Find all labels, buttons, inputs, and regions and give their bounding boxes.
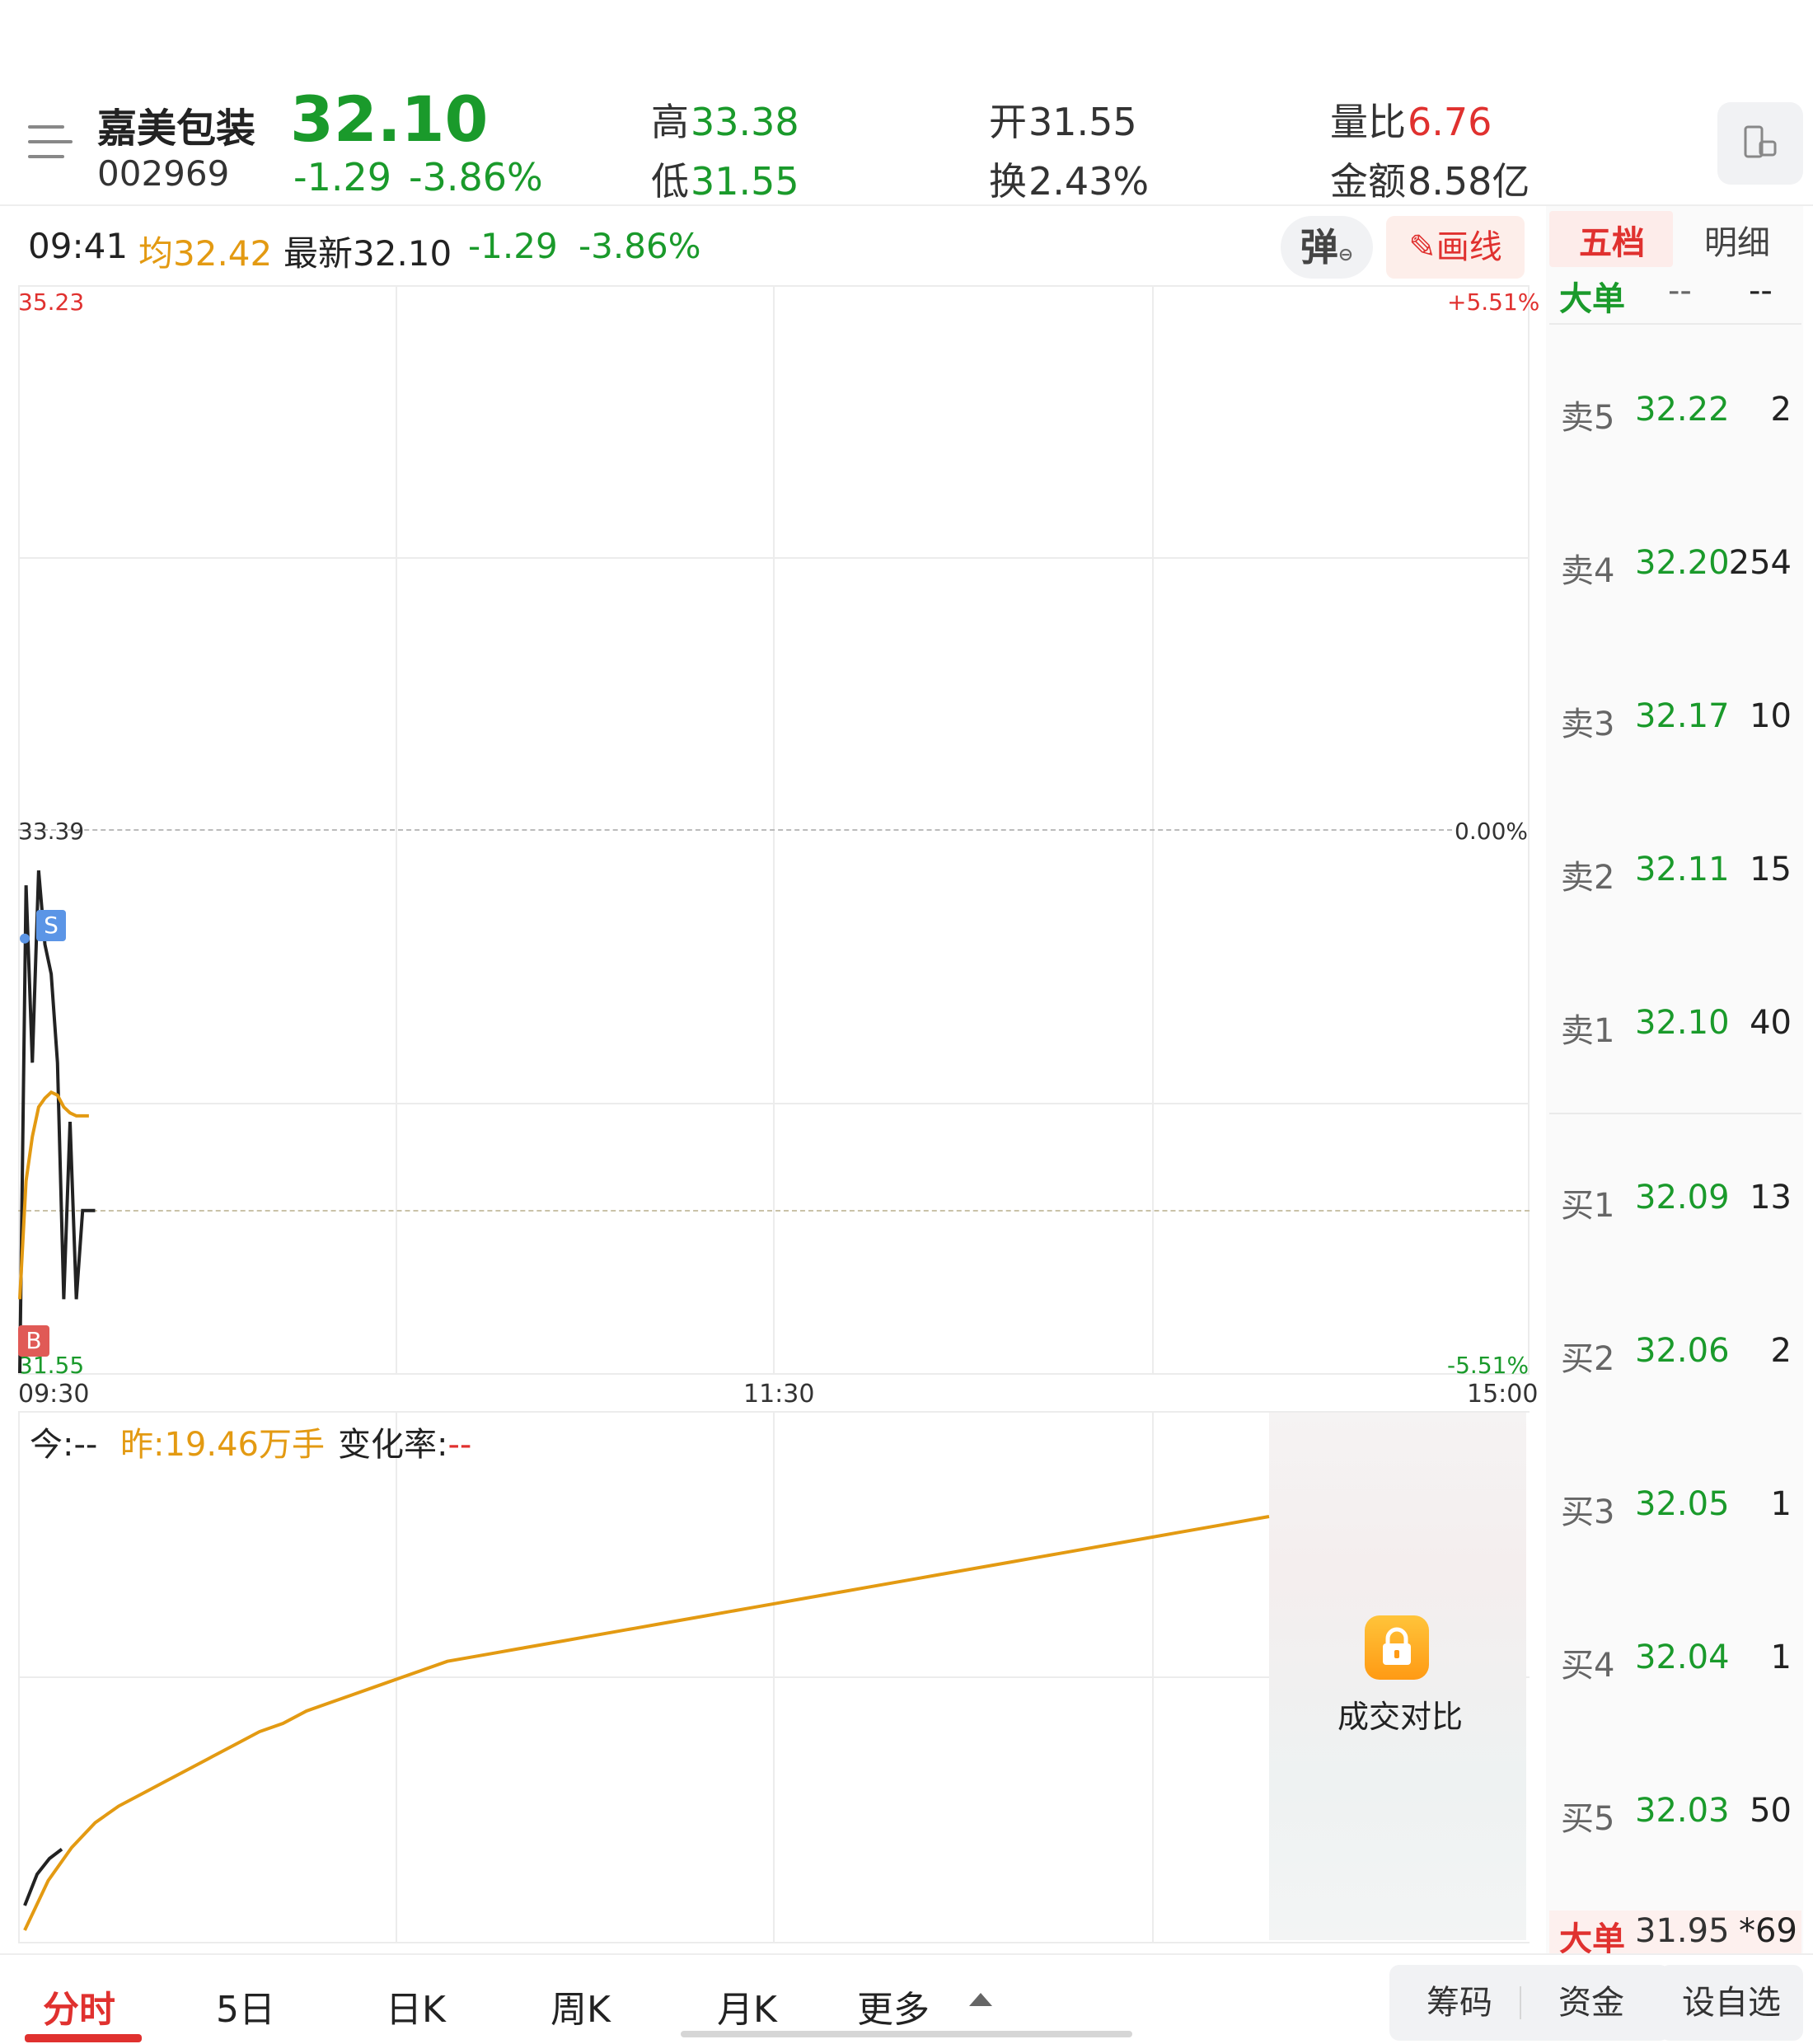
level-price: 32.22 bbox=[1635, 391, 1730, 429]
order-book-divider bbox=[1549, 323, 1801, 325]
level-label: 卖1 bbox=[1561, 1012, 1615, 1050]
caret-up-icon[interactable] bbox=[969, 1993, 992, 2006]
order-book-row[interactable]: 买3 32.05 1 bbox=[1561, 1485, 1792, 1531]
level-label: 卖3 bbox=[1561, 706, 1615, 743]
level-qty: 1 bbox=[1770, 1485, 1792, 1523]
level-qty: 2 bbox=[1770, 1332, 1792, 1370]
volume-yesterday: 昨:19.46万手 bbox=[120, 1426, 325, 1464]
level-price: 32.17 bbox=[1635, 697, 1730, 735]
active-tab-indicator bbox=[25, 2034, 142, 2042]
level-price: 32.11 bbox=[1635, 851, 1730, 888]
volume-compare-label[interactable]: 成交对比 bbox=[1322, 1691, 1478, 1737]
big-order-bottom-price: 31.95 bbox=[1635, 1912, 1730, 1950]
add-watchlist-button[interactable]: 设自选 bbox=[1660, 1965, 1803, 2041]
level-label: 买3 bbox=[1561, 1493, 1615, 1531]
big-order-top-qty: -- bbox=[1749, 272, 1773, 310]
today-volume-line bbox=[23, 1848, 63, 1906]
level-qty: 40 bbox=[1750, 1004, 1792, 1042]
volume-today: 今:-- bbox=[30, 1426, 98, 1464]
order-book-row[interactable]: 卖4 32.20 254 bbox=[1561, 544, 1792, 590]
sell-marker[interactable]: S bbox=[36, 910, 66, 941]
level-price: 32.09 bbox=[1635, 1179, 1730, 1217]
level-label: 卖2 bbox=[1561, 859, 1615, 897]
order-book-row[interactable]: 卖3 32.17 10 bbox=[1561, 697, 1792, 743]
order-book-row[interactable]: 买1 32.09 13 bbox=[1561, 1179, 1792, 1225]
tab-5day[interactable]: 5日 bbox=[216, 1980, 275, 2032]
tab-detail[interactable]: 明细 bbox=[1704, 216, 1770, 264]
order-book-row[interactable]: 卖2 32.11 15 bbox=[1561, 851, 1792, 897]
big-order-top-label: 大单 bbox=[1559, 280, 1625, 318]
order-book-divider bbox=[1549, 1113, 1801, 1114]
grid-line bbox=[18, 1942, 1530, 1943]
level-qty: 2 bbox=[1770, 391, 1792, 429]
level-qty: 10 bbox=[1750, 697, 1792, 735]
level-label: 买2 bbox=[1561, 1340, 1615, 1378]
level-price: 32.06 bbox=[1635, 1332, 1730, 1370]
buy-marker[interactable]: B bbox=[18, 1325, 49, 1357]
level-price: 32.20 bbox=[1635, 544, 1730, 582]
volume-change-rate: 变化率:-- bbox=[338, 1426, 472, 1464]
level-price: 32.03 bbox=[1635, 1792, 1730, 1830]
yesterday-volume-line bbox=[23, 1515, 1270, 1931]
level-qty: 1 bbox=[1770, 1638, 1792, 1676]
order-book-row[interactable]: 买5 32.03 50 bbox=[1561, 1792, 1792, 1838]
big-order-top-price: -- bbox=[1668, 272, 1692, 310]
big-order-bottom-qty: *69 bbox=[1739, 1912, 1797, 1950]
order-book-row[interactable]: 卖1 32.10 40 bbox=[1561, 1004, 1792, 1050]
level-qty: 50 bbox=[1750, 1792, 1792, 1830]
order-book-row[interactable]: 买2 32.06 2 bbox=[1561, 1332, 1792, 1378]
level-price: 32.05 bbox=[1635, 1485, 1730, 1523]
level-qty: 254 bbox=[1728, 544, 1792, 582]
tab-more[interactable]: 更多 bbox=[857, 1980, 930, 2032]
sell-point bbox=[20, 933, 30, 944]
intraday-price-chart[interactable] bbox=[0, 0, 1813, 1418]
level-qty: 13 bbox=[1750, 1179, 1792, 1217]
funds-button[interactable]: 资金 bbox=[1521, 1965, 1661, 2041]
tab-five-levels[interactable]: 五档 bbox=[1579, 216, 1645, 264]
home-indicator bbox=[681, 2031, 1132, 2037]
level-label: 买5 bbox=[1561, 1800, 1615, 1838]
level-label: 卖4 bbox=[1561, 552, 1615, 590]
level-price: 32.10 bbox=[1635, 1004, 1730, 1042]
tab-daily-k[interactable]: 日K bbox=[386, 1980, 446, 2032]
tab-intraday[interactable]: 分时 bbox=[43, 1980, 115, 2032]
order-book-row[interactable]: 卖5 32.22 2 bbox=[1561, 391, 1792, 437]
order-book-row[interactable]: 买4 32.04 1 bbox=[1561, 1638, 1792, 1685]
order-book-panel bbox=[1546, 206, 1803, 1953]
chips-button[interactable]: 筹码 bbox=[1398, 1965, 1521, 2041]
level-price: 32.04 bbox=[1635, 1638, 1730, 1676]
level-label: 买1 bbox=[1561, 1187, 1615, 1225]
level-label: 卖5 bbox=[1561, 399, 1615, 437]
lock-icon[interactable] bbox=[1365, 1615, 1429, 1680]
level-label: 买4 bbox=[1561, 1647, 1615, 1685]
price-line bbox=[18, 870, 96, 1374]
cumulative-volume-chart[interactable] bbox=[0, 1411, 1286, 1942]
tab-weekly-k[interactable]: 周K bbox=[550, 1980, 611, 2032]
tab-monthly-k[interactable]: 月K bbox=[717, 1980, 777, 2032]
level-qty: 15 bbox=[1750, 851, 1792, 888]
